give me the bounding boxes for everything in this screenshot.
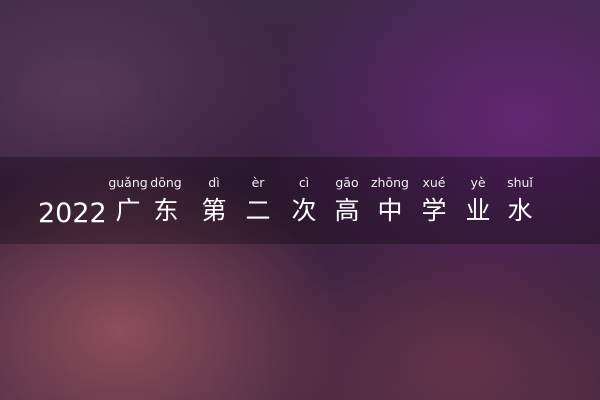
pinyin: guǎng <box>108 175 148 190</box>
hanzi: 高 <box>334 196 360 225</box>
hanzi: 东 <box>153 196 179 225</box>
pinyin: cì <box>298 175 310 190</box>
title-char: dì 第 <box>194 176 234 226</box>
title-year: 2022 <box>38 198 107 229</box>
pinyin: èr <box>251 175 265 190</box>
hanzi: 二 <box>245 196 271 225</box>
title-char: yè 业 <box>458 176 498 226</box>
hanzi: 第 <box>201 196 227 225</box>
hanzi: 次 <box>291 196 317 225</box>
title-char: guǎng 广 <box>108 176 148 226</box>
hanzi: 业 <box>465 196 491 225</box>
title-char: zhōng 中 <box>370 176 410 226</box>
pinyin: yè <box>470 175 486 190</box>
pinyin: gāo <box>335 175 359 190</box>
title-char: cì 次 <box>284 176 324 226</box>
hanzi: 广 <box>115 196 141 225</box>
title-char: xué 学 <box>414 176 454 226</box>
pinyin: xué <box>422 175 446 190</box>
title-char: shuǐ 水 <box>500 176 540 226</box>
pinyin: dì <box>208 175 220 190</box>
title-characters: guǎng 广 dōng 东 dì 第 èr 二 cì 次 gāo 高 zhōn… <box>108 176 578 236</box>
hanzi: 水 <box>507 196 533 225</box>
hanzi: 中 <box>377 196 403 225</box>
page-title: 2022 guǎng 广 dōng 东 dì 第 èr 二 cì 次 gāo 高… <box>38 176 578 236</box>
hanzi: 学 <box>421 196 447 225</box>
pinyin: shuǐ <box>507 175 533 190</box>
pinyin: zhōng <box>371 175 409 190</box>
pinyin: dōng <box>150 175 182 190</box>
title-char: dōng 东 <box>146 176 186 226</box>
title-char: èr 二 <box>238 176 278 226</box>
title-char: gāo 高 <box>327 176 367 226</box>
